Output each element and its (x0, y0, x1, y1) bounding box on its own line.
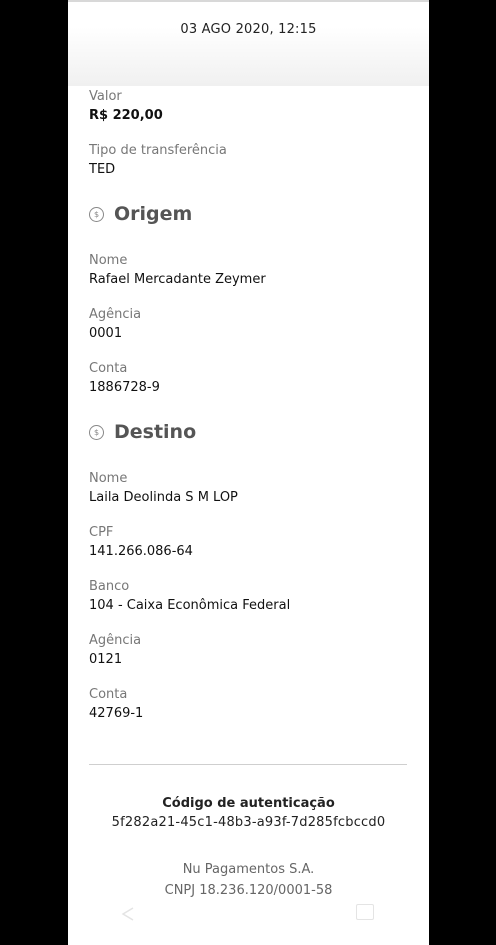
destino-cpf-value: 141.266.086-64 (89, 544, 193, 559)
origem-title: Origem (114, 203, 193, 225)
destino-agencia-label: Agência (89, 633, 142, 648)
origem-nome-field: Nome Rafael Mercadante Zeymer (89, 252, 407, 290)
destino-conta-field: Conta 42769-1 (89, 686, 407, 724)
auth-code[interactable]: 5f282a21-45c1-48b3-a93f-7d285fcbccd0 (68, 815, 429, 830)
destino-section-header: $ Destino (89, 420, 407, 444)
destino-banco-field: Banco 104 - Caixa Econômica Federal (89, 578, 407, 616)
origem-nome-label: Nome (89, 253, 128, 268)
receipt-header: 03 AGO 2020, 12:15 (68, 0, 429, 86)
destino-title: Destino (114, 421, 197, 443)
origem-conta-field: Conta 1886728-9 (89, 360, 407, 398)
origem-section-header: $ Origem (89, 202, 407, 226)
tipo-value: TED (89, 162, 116, 177)
destino-cpf-label: CPF (89, 525, 114, 540)
destino-banco-label: Banco (89, 579, 130, 594)
footer-cnpj: CNPJ 18.236.120/0001-58 (164, 883, 333, 898)
destino-nome-value: Laila Deolinda S M LOP (89, 490, 238, 505)
tipo-field: Tipo de transferência TED (89, 142, 407, 180)
receipt-datetime: 03 AGO 2020, 12:15 (180, 22, 317, 37)
destino-conta-value: 42769-1 (89, 706, 144, 721)
origem-nome-value: Rafael Mercadante Zeymer (89, 272, 266, 287)
origem-conta-label: Conta (89, 361, 128, 376)
dollar-coin-icon: $ (89, 206, 104, 222)
receipt-screen: 03 AGO 2020, 12:15 Valor R$ 220,00 Tipo … (68, 0, 429, 945)
back-nav-icon[interactable] (120, 906, 136, 922)
divider (89, 764, 407, 765)
receipt-content: Valor R$ 220,00 Tipo de transferência TE… (89, 88, 407, 740)
valor-value: R$ 220,00 (89, 108, 163, 123)
tipo-label: Tipo de transferência (89, 143, 227, 158)
destino-cpf-field: CPF 141.266.086-64 (89, 524, 407, 562)
destino-conta-label: Conta (89, 687, 128, 702)
auth-label: Código de autenticação (162, 796, 335, 811)
destino-nome-label: Nome (89, 471, 128, 486)
dollar-coin-icon: $ (89, 424, 104, 440)
recent-apps-icon[interactable] (356, 904, 374, 920)
destino-agencia-value: 0121 (89, 652, 123, 667)
valor-label: Valor (89, 89, 122, 104)
destino-banco-value: 104 - Caixa Econômica Federal (89, 598, 291, 613)
valor-field: Valor R$ 220,00 (89, 88, 407, 126)
origem-agencia-label: Agência (89, 307, 142, 322)
destino-nome-field: Nome Laila Deolinda S M LOP (89, 470, 407, 508)
footer-company: Nu Pagamentos S.A. (182, 862, 315, 877)
origem-agencia-field: Agência 0001 (89, 306, 407, 344)
origem-conta-value: 1886728-9 (89, 380, 160, 395)
origem-agencia-value: 0001 (89, 326, 123, 341)
destino-agencia-field: Agência 0121 (89, 632, 407, 670)
